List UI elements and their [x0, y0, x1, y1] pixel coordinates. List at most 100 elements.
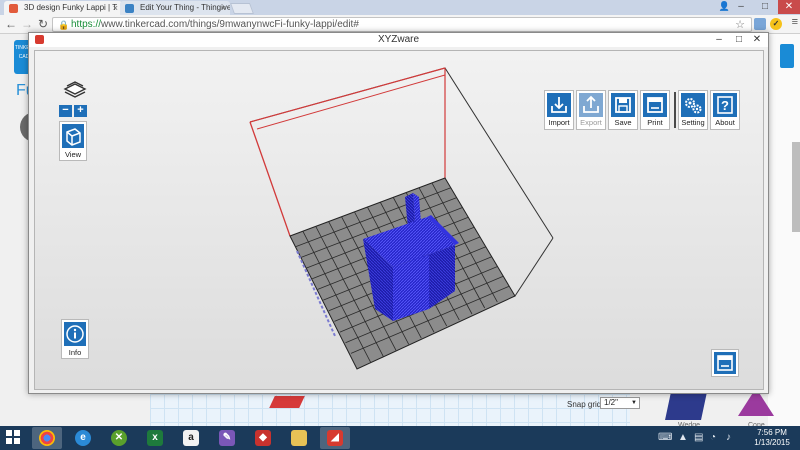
panel-scrollbar[interactable]: [792, 142, 800, 232]
close-icon[interactable]: ×: [221, 1, 226, 15]
forward-arrow-icon[interactable]: →: [20, 17, 34, 31]
xyzware-window: XYZware – □ ✕ − + View Info Import Expor…: [28, 32, 769, 394]
about-button[interactable]: ? About: [710, 90, 740, 130]
app-taskbar-button[interactable]: ✎: [212, 427, 242, 449]
save-icon: [611, 93, 635, 117]
lock-icon: 🔒: [58, 20, 70, 30]
bookmark-star-icon[interactable]: ☆: [735, 18, 745, 31]
view-button[interactable]: View: [59, 121, 87, 161]
help-icon: ?: [713, 93, 737, 117]
snap-grid-value: 1/2": [604, 398, 618, 407]
print-button[interactable]: Print: [640, 90, 670, 130]
printer-status-button[interactable]: [711, 349, 739, 377]
tab-title: 3D design Funky Lappi | T: [24, 3, 118, 12]
save-button[interactable]: Save: [608, 90, 638, 130]
network-icon[interactable]: ▤: [694, 432, 703, 443]
xbox-icon: ✕: [111, 430, 127, 446]
xyzware-taskbar-button[interactable]: ◢: [320, 427, 350, 449]
xyzware-titlebar[interactable]: XYZware – □ ✕: [29, 33, 768, 47]
workplane-grid[interactable]: [150, 394, 630, 426]
chevron-down-icon: ▼: [631, 400, 637, 406]
setting-button[interactable]: Setting: [678, 90, 708, 130]
print-label: Print: [647, 118, 663, 127]
zoom-in-button[interactable]: +: [74, 105, 87, 117]
keyboard-icon[interactable]: ⌨: [658, 432, 672, 443]
tab-title: Edit Your Thing - Thingive: [140, 3, 230, 12]
cube-icon: [62, 124, 84, 148]
back-arrow-icon[interactable]: ←: [4, 17, 18, 31]
amazon-taskbar-button[interactable]: a: [176, 427, 206, 449]
wifi-icon[interactable]: ◔: [710, 432, 716, 443]
purple-app-icon: ✎: [219, 430, 235, 446]
export-label: Export: [580, 118, 602, 127]
maximize-icon[interactable]: □: [754, 0, 776, 14]
svg-text:?: ?: [721, 98, 729, 113]
system-clock[interactable]: 7:56 PM 1/13/2015: [750, 428, 794, 448]
excel-taskbar-button[interactable]: x: [140, 427, 170, 449]
excel-icon: x: [147, 430, 163, 446]
view-label: View: [64, 150, 82, 159]
toolbar-divider: [674, 92, 676, 128]
tinkercad-favicon-icon: [9, 4, 18, 13]
sketchup-taskbar-button[interactable]: ◆: [248, 427, 278, 449]
info-button[interactable]: Info: [61, 319, 89, 359]
system-tray: ⌨ ▲ ▤ ◔ ♪ 7:56 PM 1/13/2015: [650, 426, 800, 450]
url-text: https://www.tinkercad.com/things/9mwanyn…: [71, 19, 359, 30]
info-label: Info: [68, 348, 82, 357]
chrome-taskbar-button[interactable]: [32, 427, 62, 449]
sketchup-icon: ◆: [255, 430, 271, 446]
zoom-out-button[interactable]: −: [59, 105, 72, 117]
reload-icon[interactable]: ↻: [36, 17, 50, 31]
snap-grid-select[interactable]: 1/2" ▼: [600, 397, 640, 409]
xyzware-icon: ◢: [327, 430, 343, 446]
clock-date: 1/13/2015: [754, 438, 790, 447]
extension-icon[interactable]: [754, 18, 766, 30]
windows-taskbar: e ✕ x a ✎ ◆ ◢ ⌨ ▲ ▤ ◔ ♪ 7:56 PM 1/13/201…: [0, 426, 800, 450]
maximize-icon[interactable]: □: [730, 33, 748, 47]
new-tab-button[interactable]: [229, 3, 255, 14]
import-icon: [547, 93, 571, 117]
close-window-icon[interactable]: ✕: [748, 33, 766, 47]
close-icon[interactable]: ×: [113, 1, 118, 15]
chrome-icon: [39, 430, 55, 446]
thingiverse-favicon-icon: [125, 4, 134, 13]
tab-thingiverse[interactable]: Edit Your Thing - Thingive ×: [120, 1, 230, 15]
import-button[interactable]: Import: [544, 90, 574, 130]
norton-extension-icon[interactable]: ✓: [770, 18, 782, 30]
internet-explorer-icon: e: [75, 430, 91, 446]
about-label: About: [715, 118, 735, 127]
info-icon: [64, 322, 86, 346]
ie-taskbar-button[interactable]: e: [68, 427, 98, 449]
tab-tinkercad[interactable]: 3D design Funky Lappi | T ×: [4, 1, 122, 15]
layers-icon[interactable]: [63, 79, 87, 99]
menu-icon[interactable]: ≡: [792, 16, 798, 28]
windows-start-icon[interactable]: [6, 430, 20, 444]
printer-icon: [643, 93, 667, 117]
import-label: Import: [548, 118, 570, 127]
minimize-icon[interactable]: –: [710, 33, 728, 47]
wedge-shape-thumb[interactable]: [665, 392, 707, 420]
xbox-taskbar-button[interactable]: ✕: [104, 427, 134, 449]
browser-tab-strip: 3D design Funky Lappi | T × Edit Your Th…: [0, 0, 800, 15]
3d-viewport[interactable]: − + View Info Import Export Save Print S…: [34, 50, 764, 390]
user-profile-icon[interactable]: 👤: [719, 1, 730, 12]
window-title: XYZware: [377, 34, 420, 45]
gear-icon: [681, 93, 705, 117]
export-button[interactable]: Export: [576, 90, 606, 130]
show-hidden-icons[interactable]: ▲: [678, 432, 688, 443]
panel-button[interactable]: [780, 44, 794, 68]
minimize-icon[interactable]: –: [730, 0, 752, 14]
export-icon: [579, 93, 603, 117]
printer-status-icon: [714, 352, 736, 374]
red-shape[interactable]: [269, 396, 305, 408]
address-bar[interactable]: 🔒 https://www.tinkercad.com/things/9mwan…: [52, 17, 752, 32]
setting-label: Setting: [681, 118, 705, 127]
volume-icon[interactable]: ♪: [726, 432, 731, 443]
folder-icon: [291, 430, 307, 446]
snap-grid-label: Snap grid: [567, 400, 602, 409]
close-window-icon[interactable]: ✕: [778, 0, 800, 14]
amazon-icon: a: [183, 430, 199, 446]
clock-time: 7:56 PM: [757, 428, 787, 437]
save-label: Save: [614, 118, 632, 127]
file-explorer-taskbar-button[interactable]: [284, 427, 314, 449]
